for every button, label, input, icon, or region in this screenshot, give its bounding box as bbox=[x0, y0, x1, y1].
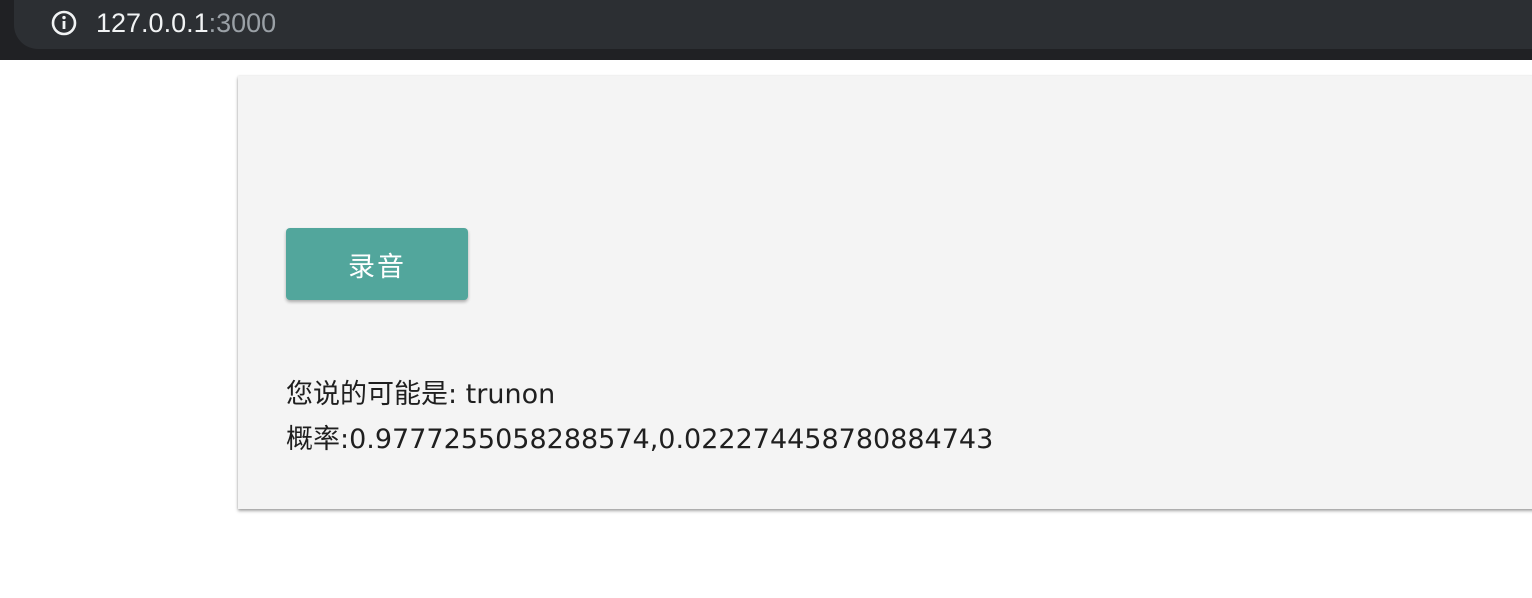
record-button[interactable]: 录音 bbox=[286, 228, 468, 300]
browser-toolbar: 127.0.0.1:3000 bbox=[0, 0, 1532, 60]
url-text[interactable]: 127.0.0.1:3000 bbox=[96, 5, 276, 41]
recognition-result: 您说的可能是: trunon bbox=[286, 379, 556, 410]
probability-text: 概率:0.9777255058288574,0.0222744587808847… bbox=[286, 424, 994, 455]
info-icon[interactable] bbox=[50, 9, 78, 37]
url-host: 127.0.0.1 bbox=[96, 8, 209, 38]
address-bar[interactable]: 127.0.0.1:3000 bbox=[14, 0, 1532, 49]
url-port: :3000 bbox=[208, 8, 277, 38]
content-card: 录音 您说的可能是: trunon 概率:0.9777255058288574,… bbox=[238, 76, 1532, 509]
